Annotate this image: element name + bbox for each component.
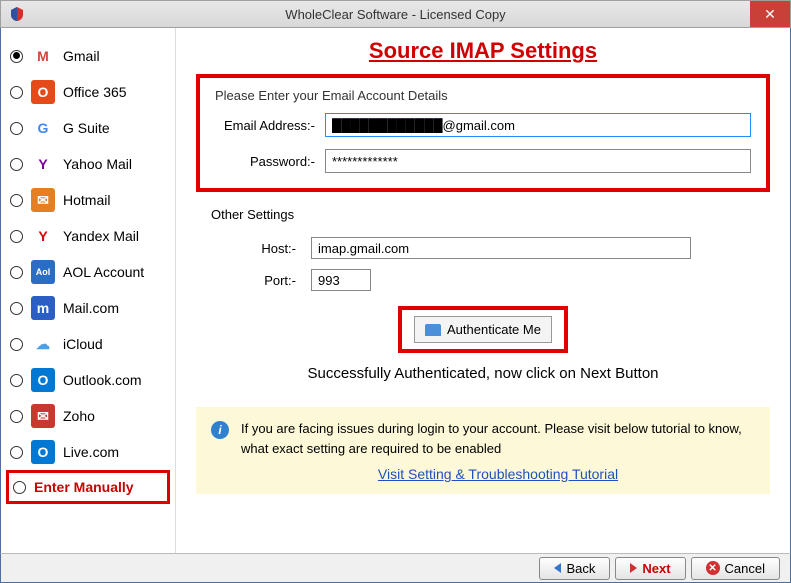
sidebar-item-label: Yandex Mail bbox=[63, 228, 139, 244]
provider-icon: ✉ bbox=[31, 188, 55, 212]
page-heading: Source IMAP Settings bbox=[196, 38, 770, 64]
radio-icon bbox=[10, 410, 23, 423]
auth-highlight: Authenticate Me bbox=[398, 306, 568, 353]
sidebar-item-hotmail[interactable]: ✉ Hotmail bbox=[6, 182, 170, 218]
status-message: Successfully Authenticated, now click on… bbox=[211, 365, 755, 382]
sidebar-item-enter-manually[interactable]: Enter Manually bbox=[6, 470, 170, 504]
arrow-left-icon bbox=[554, 563, 561, 573]
info-text: If you are facing issues during login to… bbox=[241, 419, 755, 458]
radio-icon bbox=[10, 374, 23, 387]
titlebar: WholeClear Software - Licensed Copy ✕ bbox=[0, 0, 791, 28]
cancel-icon: ✕ bbox=[706, 561, 720, 575]
sidebar-item-label: AOL Account bbox=[63, 264, 144, 280]
provider-icon: ✉ bbox=[31, 404, 55, 428]
provider-icon: O bbox=[31, 440, 55, 464]
sidebar-item-label: iCloud bbox=[63, 336, 103, 352]
cancel-button[interactable]: ✕Cancel bbox=[691, 557, 780, 580]
radio-icon bbox=[10, 266, 23, 279]
sidebar-item-label: Gmail bbox=[63, 48, 100, 64]
radio-icon bbox=[10, 302, 23, 315]
main-panel: Source IMAP Settings Please Enter your E… bbox=[176, 28, 790, 553]
sidebar-item-label: G Suite bbox=[63, 120, 110, 136]
sidebar-item-live-com[interactable]: O Live.com bbox=[6, 434, 170, 470]
app-icon bbox=[9, 6, 25, 22]
sidebar-item-gmail[interactable]: M Gmail bbox=[6, 38, 170, 74]
radio-icon bbox=[10, 230, 23, 243]
password-input[interactable] bbox=[325, 149, 751, 173]
info-box: i If you are facing issues during login … bbox=[196, 407, 770, 494]
radio-icon bbox=[10, 158, 23, 171]
sidebar-item-label: Hotmail bbox=[63, 192, 110, 208]
sidebar-item-label: Live.com bbox=[63, 444, 119, 460]
provider-icon: ☁ bbox=[31, 332, 55, 356]
radio-icon bbox=[10, 446, 23, 459]
password-label: Password:- bbox=[215, 154, 325, 169]
sidebar-item-yandex-mail[interactable]: Y Yandex Mail bbox=[6, 218, 170, 254]
footer: Back Next ✕Cancel bbox=[0, 553, 791, 583]
radio-icon bbox=[10, 338, 23, 351]
sidebar-item-mail-com[interactable]: m Mail.com bbox=[6, 290, 170, 326]
provider-icon: G bbox=[31, 116, 55, 140]
sidebar-item-label: Mail.com bbox=[63, 300, 119, 316]
host-input[interactable] bbox=[311, 237, 691, 259]
sidebar-item-g-suite[interactable]: G G Suite bbox=[6, 110, 170, 146]
sidebar-item-zoho[interactable]: ✉ Zoho bbox=[6, 398, 170, 434]
host-label: Host:- bbox=[211, 241, 311, 256]
sidebar-item-label: Enter Manually bbox=[34, 479, 134, 495]
provider-icon: M bbox=[31, 44, 55, 68]
sidebar-item-label: Zoho bbox=[63, 408, 95, 424]
provider-icon: Y bbox=[31, 224, 55, 248]
authenticate-button[interactable]: Authenticate Me bbox=[414, 316, 552, 343]
email-label: Email Address:- bbox=[215, 118, 325, 133]
other-settings-label: Other Settings bbox=[211, 207, 755, 222]
account-fieldset: Please Enter your Email Account Details … bbox=[196, 74, 770, 192]
radio-icon bbox=[10, 50, 23, 63]
email-input[interactable] bbox=[325, 113, 751, 137]
radio-icon bbox=[10, 86, 23, 99]
sidebar-item-icloud[interactable]: ☁ iCloud bbox=[6, 326, 170, 362]
radio-icon bbox=[13, 481, 26, 494]
sidebar-item-office-365[interactable]: O Office 365 bbox=[6, 74, 170, 110]
radio-icon bbox=[10, 194, 23, 207]
account-fieldset-label: Please Enter your Email Account Details bbox=[215, 88, 751, 103]
provider-icon: m bbox=[31, 296, 55, 320]
radio-icon bbox=[10, 122, 23, 135]
next-button[interactable]: Next bbox=[615, 557, 685, 580]
provider-icon: O bbox=[31, 80, 55, 104]
back-button[interactable]: Back bbox=[539, 557, 610, 580]
close-button[interactable]: ✕ bbox=[750, 1, 790, 27]
sidebar-item-label: Yahoo Mail bbox=[63, 156, 132, 172]
sidebar-item-yahoo-mail[interactable]: Y Yahoo Mail bbox=[6, 146, 170, 182]
port-input[interactable] bbox=[311, 269, 371, 291]
provider-icon: Y bbox=[31, 152, 55, 176]
sidebar: M Gmail O Office 365 G G Suite Y Yahoo Mail ✉ Hot… bbox=[1, 28, 176, 553]
folder-icon bbox=[425, 324, 441, 336]
arrow-right-icon bbox=[630, 563, 637, 573]
port-label: Port:- bbox=[211, 273, 311, 288]
sidebar-item-label: Outlook.com bbox=[63, 372, 142, 388]
provider-icon: Aol bbox=[31, 260, 55, 284]
tutorial-link[interactable]: Visit Setting & Troubleshooting Tutorial bbox=[378, 466, 618, 482]
sidebar-item-outlook-com[interactable]: O Outlook.com bbox=[6, 362, 170, 398]
window-title: WholeClear Software - Licensed Copy bbox=[1, 7, 790, 22]
sidebar-item-label: Office 365 bbox=[63, 84, 127, 100]
info-icon: i bbox=[211, 421, 229, 439]
provider-icon: O bbox=[31, 368, 55, 392]
sidebar-item-aol-account[interactable]: Aol AOL Account bbox=[6, 254, 170, 290]
